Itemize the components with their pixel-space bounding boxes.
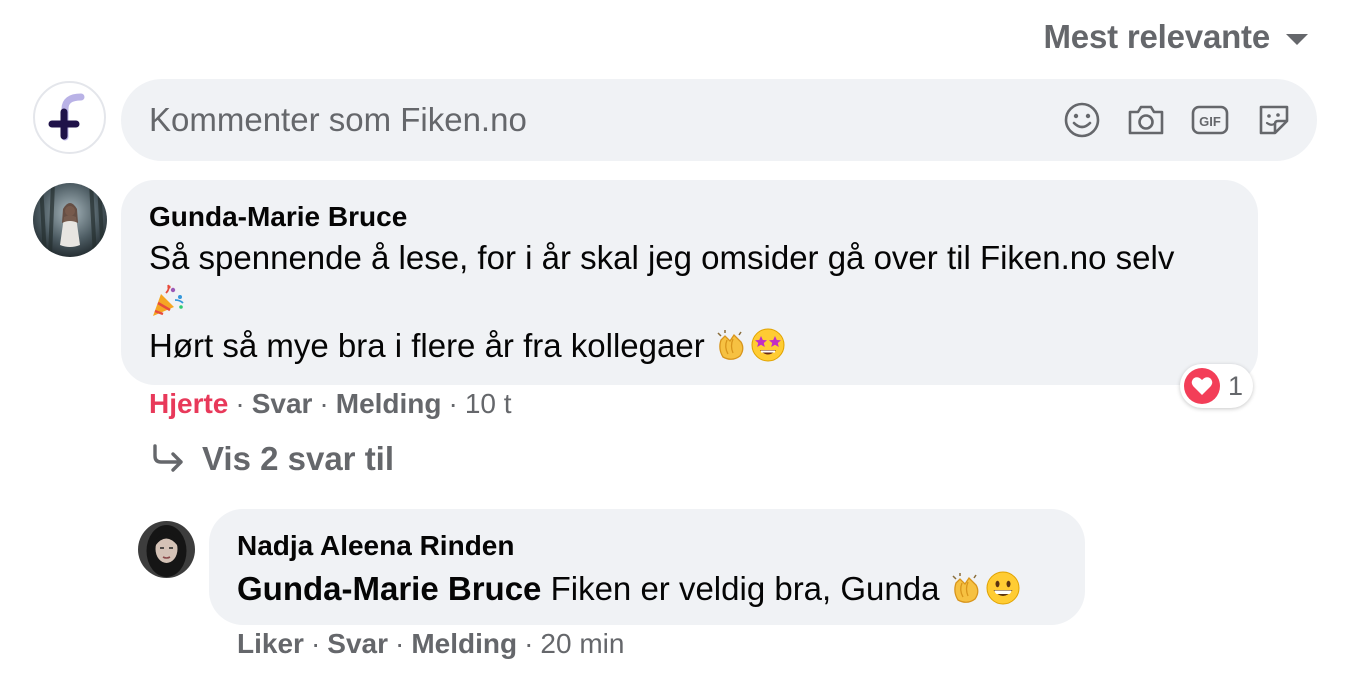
- avatar-nadja-aleena-rinden[interactable]: [138, 521, 195, 578]
- comment-actions: Hjerte · Svar · Melding · 10 t: [149, 388, 512, 420]
- heart-glyph: [1191, 377, 1213, 395]
- comment-line-2: Hørt så mye bra i flere år fra kollegaer: [149, 327, 705, 364]
- separator: ·: [319, 388, 329, 419]
- reaction-count: 1: [1228, 370, 1244, 401]
- caret-down-icon: [1286, 34, 1308, 45]
- mention-tag[interactable]: Gunda-Marie Bruce: [237, 570, 541, 607]
- reaction-summary[interactable]: 1: [1180, 364, 1254, 408]
- avatar-photo: [33, 183, 107, 257]
- sort-dropdown[interactable]: Mest relevante: [1044, 18, 1308, 56]
- star-struck-emoji: [751, 328, 785, 362]
- party-popper-emoji: [153, 284, 184, 316]
- camera-icon[interactable]: [1125, 99, 1167, 141]
- reply-author[interactable]: Nadja Aleena Rinden: [237, 529, 1057, 563]
- sort-label: Mest relevante: [1043, 18, 1271, 55]
- sticker-icon[interactable]: [1253, 99, 1295, 141]
- clapping-hands-emoji: [952, 573, 979, 603]
- separator: ·: [235, 388, 245, 419]
- avatar-photo: [138, 521, 195, 578]
- comment-timestamp[interactable]: 10 t: [465, 388, 512, 420]
- reply-actions: Liker · Svar · Melding · 20 min: [237, 628, 624, 660]
- grinning-face-emoji: [986, 571, 1020, 605]
- page-avatar-fiken[interactable]: [33, 81, 106, 154]
- reply-bubble: Nadja Aleena Rinden Gunda-Marie Bruce Fi…: [209, 509, 1085, 625]
- avatar-gunda-marie-bruce[interactable]: [33, 183, 107, 257]
- reply-body: Fiken er veldig bra, Gunda: [550, 570, 940, 607]
- reply-button[interactable]: Svar: [252, 388, 313, 420]
- reply-timestamp[interactable]: 20 min: [540, 628, 624, 660]
- react-button[interactable]: Hjerte: [149, 388, 228, 420]
- composer-icons: GIF: [1061, 99, 1295, 141]
- separator: ·: [310, 628, 321, 659]
- view-more-replies-link[interactable]: Vis 2 svar til: [150, 440, 394, 478]
- comment-bubble: Gunda-Marie Bruce Så spennende å lese, f…: [121, 180, 1258, 385]
- fiken-logo-icon: [48, 93, 85, 141]
- separator: ·: [524, 628, 534, 659]
- view-more-replies-label: Vis 2 svar til: [202, 440, 395, 477]
- heart-icon: [1184, 368, 1220, 404]
- reply-button[interactable]: Svar: [327, 628, 388, 660]
- separator: ·: [448, 388, 458, 419]
- gif-icon[interactable]: GIF: [1189, 99, 1231, 141]
- separator: ·: [394, 628, 405, 659]
- clapping-hands-emoji: [717, 330, 744, 360]
- reply-arrow-icon: [153, 444, 183, 472]
- comment-composer: GIF: [121, 79, 1317, 161]
- comment-author[interactable]: Gunda-Marie Bruce: [149, 200, 1230, 234]
- message-button[interactable]: Melding: [411, 628, 517, 660]
- smiley-icon[interactable]: [1061, 99, 1103, 141]
- comment-input[interactable]: [149, 79, 1029, 161]
- reply-text: Gunda-Marie Bruce Fiken er veldig bra, G…: [237, 567, 1057, 611]
- svg-text:GIF: GIF: [1199, 114, 1221, 129]
- message-button[interactable]: Melding: [336, 388, 442, 420]
- like-button[interactable]: Liker: [237, 628, 304, 660]
- comment-text: Så spennende å lese, for i år skal jeg o…: [149, 236, 1230, 368]
- comment-line-1: Så spennende å lese, for i år skal jeg o…: [149, 239, 1175, 276]
